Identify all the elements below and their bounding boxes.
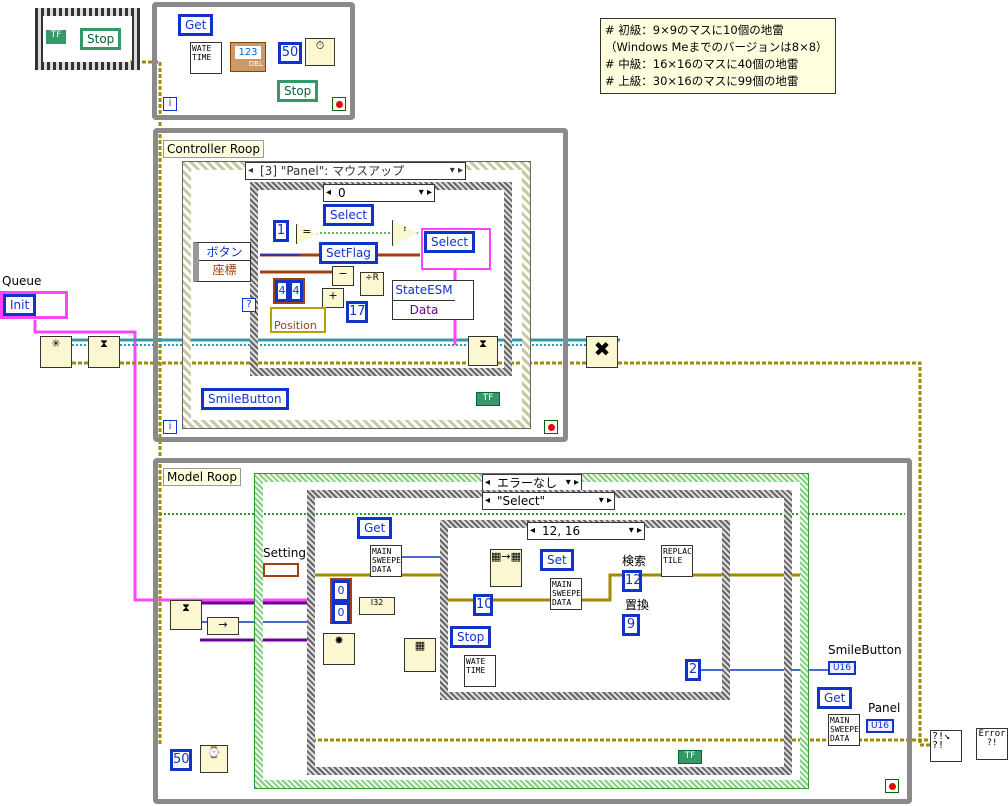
wait-ms-icon: ⌚ [200,745,228,773]
split-i32: I32 [359,597,395,615]
dbl-type-label: DBL [248,60,263,68]
init-board-subvi[interactable]: ✸ [323,633,355,665]
stop-tf-icon: TF [46,30,66,44]
setflag-enum[interactable]: SetFlag [319,242,378,264]
controller-loop-label: Controller Roop [163,140,264,158]
tunnel-question: ? [242,298,256,312]
get-enum-2[interactable]: Get [817,687,853,709]
enqueue-element-icon[interactable]: ⧗ [468,336,498,366]
array-const-0: 0 0 [330,578,352,624]
coord-field: 座標 [212,263,237,277]
comment-line: （Windows Meまでのバージョンは8×8） [605,40,828,54]
button-field: ボタン [199,243,250,261]
false-const: TF [476,392,500,406]
main-data-get-2[interactable]: MAIN SWEEPE DATA [828,714,860,746]
stop-enum[interactable]: Stop [450,626,492,648]
quotient-remainder-node: ÷R [360,272,384,296]
add-node: + [322,288,344,308]
const-9: 9 [622,614,640,636]
event-selector[interactable]: [3] "Panel": マウスアップ [245,162,466,180]
enqueue-icon[interactable]: ⧗ [88,336,120,368]
const-50: 50 [278,42,302,64]
data-field: Data [409,303,439,317]
setting-label: Setting [263,546,306,560]
array-element: 0 [332,602,350,624]
replace-label: 置換 [625,598,650,612]
smilebutton-ref[interactable]: SmileButton [201,388,289,410]
false-const: TF [678,750,702,764]
dequeue-icon[interactable]: ⧗ [170,600,202,630]
get-enum[interactable]: Get [357,517,393,539]
stop-button-terminal[interactable]: Stop [80,28,122,50]
array-const: 4 4 [273,278,305,304]
merge-errors-icon[interactable]: ?!↘?! [930,730,962,762]
panel-u16: U16 [866,719,894,733]
const-2: 2 [685,659,701,681]
error-handler-icon[interactable]: Error?! [976,728,1008,760]
main-data-set[interactable]: MAIN SWEEPE DATA [550,578,582,610]
array-element: 0 [332,580,350,602]
array-element: 4 [275,280,289,302]
subtract-node: − [332,266,354,286]
state-case-selector[interactable]: "Select" [482,492,615,510]
select-enum[interactable]: Select [323,204,375,226]
loop-stop-icon [885,779,899,793]
dbl-indicator: 123 DBL [230,42,266,72]
main-data-get[interactable]: MAIN SWEEPE DATA [370,545,402,577]
const-1: 1 [273,220,289,242]
state-field: StateESM [393,281,455,301]
select-enum-state[interactable]: Select [424,231,476,253]
replace-tile-subvi[interactable]: REPLAC TILE [661,545,693,577]
panel-label: Panel [868,701,901,715]
const-10: 10 [473,594,493,616]
bundle-by-name: StateESM Data [392,280,474,320]
iteration-terminal: i [163,97,177,111]
comment-box: # 初級：9×9のマスに10個の地雷 （Windows Meまでのバージョンは8… [600,18,836,94]
obtain-queue-icon[interactable]: ✳ [40,336,72,368]
loop-stop-icon [544,420,558,434]
setting-control[interactable] [263,563,299,577]
position-unbundle: Position [270,307,326,333]
button-case-selector[interactable]: 12, 16 [527,522,645,540]
set-enum[interactable]: Set [540,549,574,571]
event-data-node: ボタン 座標 [193,242,251,282]
unbundle-icon: → [207,617,239,635]
stop-button[interactable]: Stop [277,80,319,102]
smilebutton-label: SmileButton [828,643,902,657]
metronome-icon: ⏱ [305,38,335,66]
wait-time-subvi[interactable]: WATE TIME [190,42,222,74]
loop-stop-icon [332,97,346,111]
release-queue-icon[interactable]: ✖ [586,336,618,368]
queue-label: Queue [2,274,42,288]
array-element: 4 [289,280,303,302]
model-loop-label: Model Roop [163,468,241,486]
comment-line: # 上級：30×16のマスに99個の地雷 [605,74,799,88]
search-label: 検索 [622,554,647,568]
comment-line: # 初級：9×9のマスに10個の地雷 [605,23,784,37]
init-enum[interactable]: Init [3,294,37,316]
replace-subset-icon: ▦→▦ [490,549,522,587]
get-enum[interactable]: Get [178,14,214,36]
dbl-indicator-value: 123 [235,46,261,59]
smilebutton-u16: U16 [828,661,856,675]
const-17: 17 [346,301,368,323]
case-selector-0[interactable]: 0 [323,184,435,202]
const-50: 50 [170,749,192,771]
comment-line: # 中級：16×16のマスに40個の地雷 [605,57,799,71]
array-index-icon: ▦ [404,638,436,672]
iteration-terminal: i [163,420,177,434]
wait-time-subvi[interactable]: WATE TIME [464,655,496,687]
const-12: 12 [622,570,642,592]
